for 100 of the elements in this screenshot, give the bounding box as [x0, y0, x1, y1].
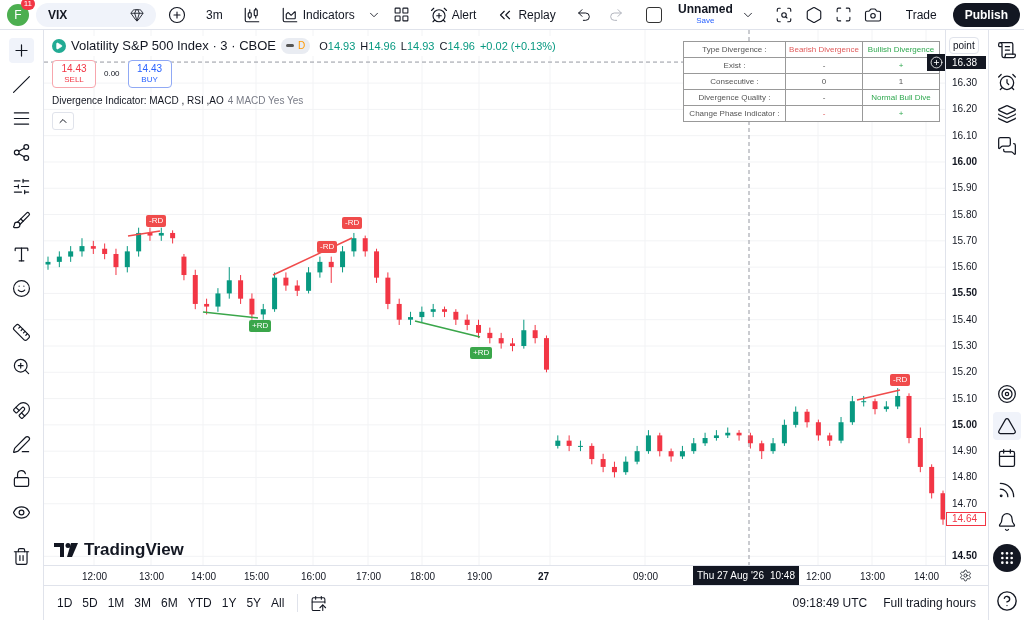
checkbox[interactable] [646, 6, 663, 23]
table-cell: - [785, 105, 863, 122]
undo-icon[interactable] [575, 6, 592, 23]
apps-button[interactable] [992, 544, 1021, 572]
candlestick [668, 448, 674, 463]
price-label: 15.10 [952, 392, 978, 405]
lines-icon[interactable] [12, 109, 31, 128]
crosshair-icon[interactable] [12, 41, 31, 60]
time-label: 13:00 [860, 570, 886, 584]
layout-name[interactable]: Unnamed [678, 3, 733, 15]
range-button[interactable]: YTD [186, 594, 213, 612]
price-label: 15.80 [952, 208, 978, 221]
price-label: 14.80 [952, 471, 978, 484]
time-label: 15:00 [244, 570, 270, 584]
alarm-icon [429, 5, 448, 24]
price-label: 15.70 [952, 234, 978, 247]
time-label: 19:00 [467, 570, 493, 584]
publish-button[interactable]: Publish [952, 2, 1020, 27]
indicators-button[interactable]: Indicators [272, 2, 363, 27]
time-label: 13:00 [139, 570, 165, 584]
indicator-name[interactable]: Divergence Indicator: MACD , RSI ,AO [52, 92, 224, 108]
diamond-icon[interactable] [130, 7, 144, 22]
candlestick [226, 266, 232, 300]
candlestick [306, 266, 312, 294]
calendar-icon[interactable] [996, 448, 1017, 468]
chat-icon[interactable] [996, 136, 1017, 156]
fullscreen-icon[interactable] [834, 6, 852, 23]
bell-icon[interactable] [996, 512, 1017, 532]
candlestick [181, 253, 187, 281]
range-button[interactable]: All [270, 594, 286, 612]
candlestick [215, 287, 221, 313]
unlock-icon[interactable] [12, 469, 31, 488]
pen-icon[interactable] [12, 435, 31, 454]
notification-badge: 11 [20, 0, 35, 10]
spread-value: 0.00 [104, 67, 120, 80]
sliders-icon[interactable] [12, 177, 31, 196]
camera-icon[interactable] [863, 5, 882, 24]
trash-icon[interactable] [12, 547, 31, 566]
candlestick [476, 319, 482, 339]
collapse-button[interactable] [52, 111, 74, 130]
zoom-in-icon[interactable] [12, 357, 31, 376]
symbol-search-field[interactable]: VIX [36, 2, 156, 27]
candlestick [634, 445, 640, 465]
target-icon[interactable] [996, 384, 1017, 404]
candlestick [781, 419, 787, 447]
grid-icon [998, 550, 1015, 566]
brush-icon[interactable] [12, 211, 31, 230]
range-button[interactable]: 6M [160, 594, 179, 612]
candlestick [521, 319, 527, 350]
candlestick [396, 298, 402, 326]
add-button[interactable] [927, 54, 945, 71]
divergence-label: -RD [146, 215, 167, 227]
buy-button[interactable]: 14.43 BUY [127, 59, 172, 88]
range-button[interactable]: 1D [56, 594, 74, 612]
nodes-icon[interactable] [12, 143, 31, 162]
unit-label[interactable]: point [949, 37, 979, 54]
candlestick [566, 434, 572, 452]
play-icon[interactable] [52, 38, 66, 53]
candles-icon[interactable] [242, 5, 261, 24]
divergence-label: -RD [890, 374, 911, 386]
candlestick [815, 419, 821, 442]
candlestick [79, 237, 85, 258]
ruler-icon[interactable] [12, 323, 31, 342]
range-button[interactable]: 5Y [245, 594, 263, 612]
line-icon[interactable] [12, 75, 31, 94]
range-button[interactable]: 1Y [220, 594, 238, 612]
logo-text: TradingView [84, 539, 184, 561]
range-button[interactable]: 5D [81, 594, 99, 612]
magnet-icon[interactable] [12, 401, 31, 420]
text-icon[interactable] [12, 245, 31, 264]
range-button[interactable]: 1M [106, 594, 126, 612]
table-cell: Normal Bull Dive [862, 89, 940, 106]
layout-icon[interactable] [392, 6, 410, 23]
alert-button[interactable]: Alert [421, 2, 485, 27]
add-icon[interactable] [168, 5, 186, 24]
table-cell: 0 [785, 73, 863, 90]
ohlc-value: L14.93 [400, 38, 435, 54]
candlestick [249, 292, 255, 321]
alarm-clock-icon[interactable] [996, 72, 1017, 92]
search-icon[interactable] [774, 5, 793, 24]
range-button[interactable]: 3M [133, 594, 153, 612]
sell-button[interactable]: 14.43 SELL [52, 59, 96, 88]
candlestick [340, 245, 346, 273]
replay-button[interactable]: Replay [488, 2, 564, 27]
candlestick [419, 306, 425, 323]
triangle-icon[interactable] [996, 416, 1017, 436]
time-label: 16:00 [301, 570, 327, 584]
watchlist-icon[interactable] [996, 40, 1017, 60]
interval-button[interactable]: 3m [198, 2, 231, 27]
ohlc-value: O14.93 [319, 38, 356, 54]
calendar-icon[interactable] [310, 594, 328, 612]
candlestick [895, 387, 901, 410]
eye-icon[interactable] [12, 503, 31, 522]
save-link[interactable]: Save [696, 14, 715, 26]
trade-button[interactable]: Trade [893, 2, 949, 27]
help-icon[interactable] [995, 590, 1018, 612]
session-button[interactable]: Full trading hours [883, 594, 976, 612]
smiley-icon[interactable] [12, 279, 31, 298]
clock[interactable]: 09:18:49 UTC [792, 594, 868, 612]
layers-icon[interactable] [996, 104, 1017, 124]
